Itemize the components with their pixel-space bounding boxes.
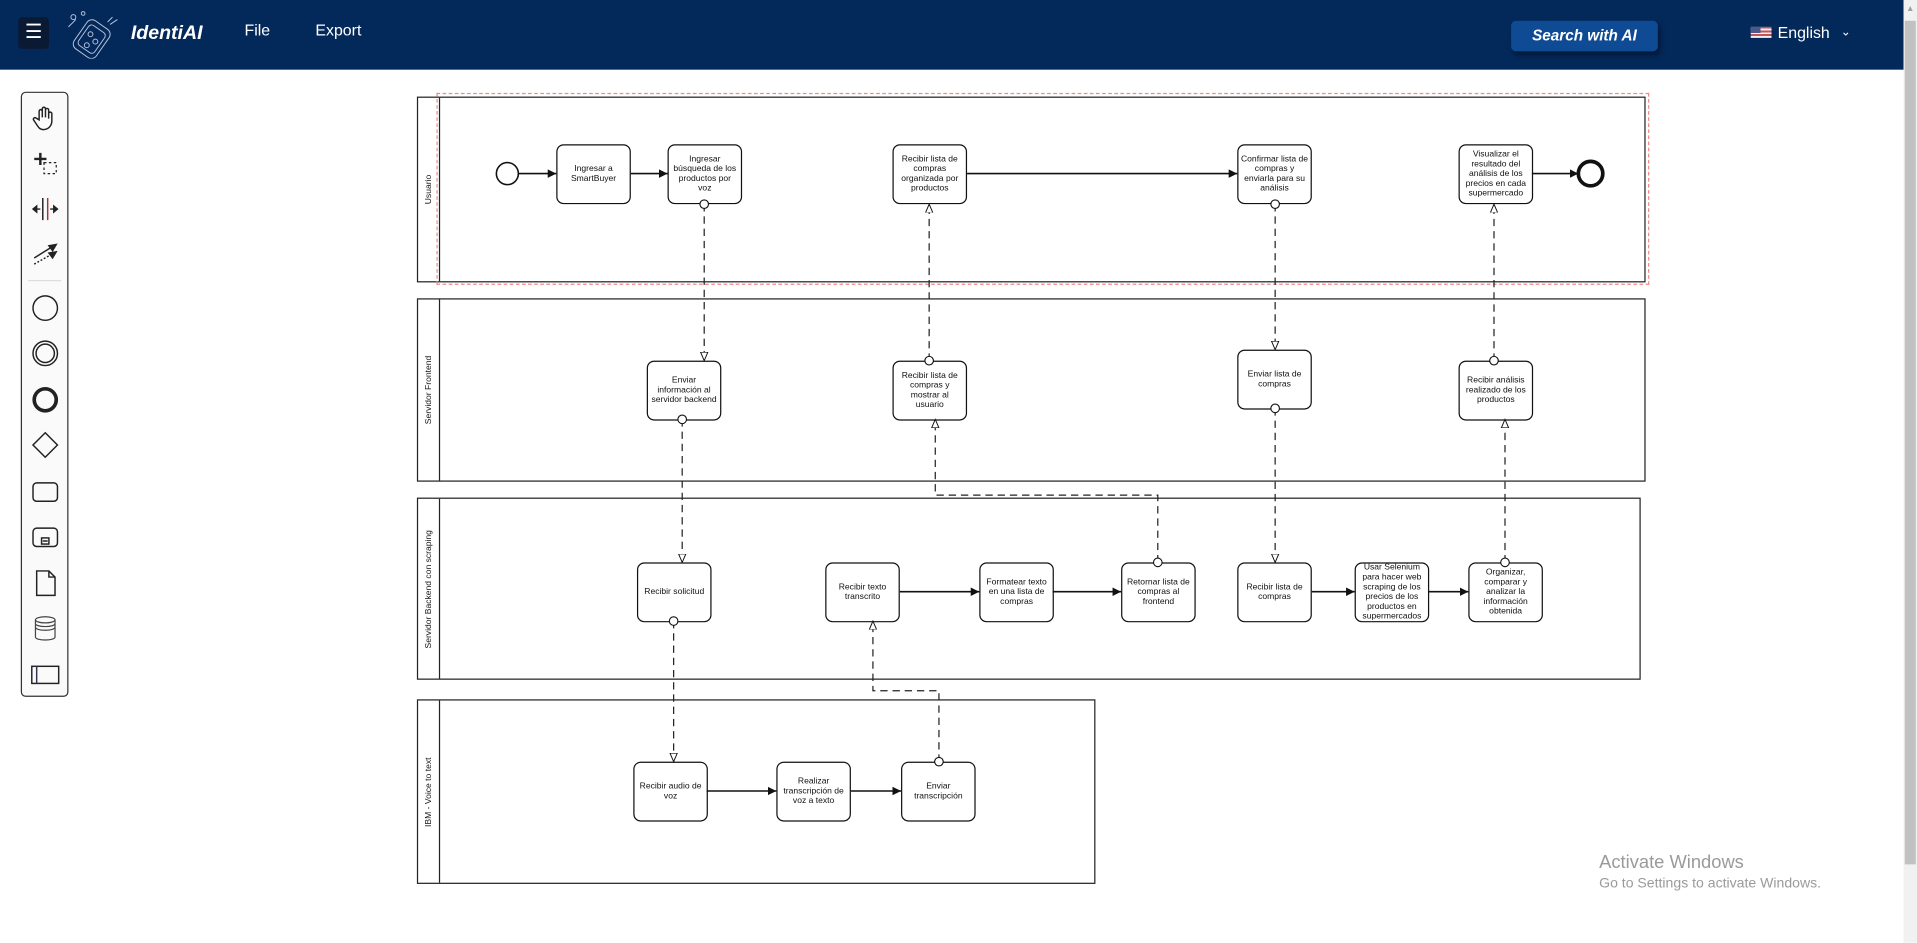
scroll-thumb[interactable] — [1904, 20, 1916, 865]
language-selector[interactable]: English ⌄ — [1750, 23, 1852, 42]
export-menu[interactable]: Export — [315, 21, 361, 39]
start-event-icon[interactable] — [29, 292, 61, 324]
search-with-ai-button[interactable]: Search with AI — [1511, 20, 1658, 52]
pool-label: Usuario — [418, 97, 441, 282]
task-recibir-mostrar[interactable]: Recibir lista de compras y mostrar al us… — [892, 360, 968, 421]
end-event-icon[interactable] — [29, 384, 61, 416]
task-recibir-lista-organizada[interactable]: Recibir lista de compras organizada por … — [892, 144, 968, 205]
data-object-icon[interactable] — [29, 567, 61, 599]
pool-label: Servidor Frontend — [418, 299, 441, 481]
task-enviar-transcripcion[interactable]: Enviar transcripción — [901, 761, 976, 822]
task-recibir-solicitud[interactable]: Recibir solicitud — [636, 562, 712, 623]
task-organizar[interactable]: Organizar, comparar y analizar la inform… — [1468, 562, 1543, 623]
task-visualizar[interactable]: Visualizar el resultado del análisis de … — [1458, 144, 1534, 205]
task-recibir-audio[interactable]: Recibir audio de voz — [633, 761, 708, 822]
task-enviar-lista[interactable]: Enviar lista de compras — [1237, 349, 1312, 410]
page-scrollbar[interactable]: ▲ — [1903, 0, 1917, 943]
pool-label: Servidor Backend con scraping — [418, 498, 441, 679]
task-icon[interactable] — [29, 476, 61, 508]
pool-ibm-voice-to-text[interactable]: IBM - Voice to text — [416, 699, 1096, 884]
hand-tool-icon[interactable] — [29, 101, 61, 133]
pool-title: Servidor Backend con scraping — [424, 529, 433, 648]
task-ingresar[interactable]: Ingresar a SmartBuyer — [556, 144, 631, 205]
file-menu[interactable]: File — [245, 21, 271, 39]
identiai-logo-icon — [68, 11, 118, 59]
subprocess-icon[interactable] — [29, 521, 61, 553]
scroll-up-arrow-icon[interactable]: ▲ — [1906, 5, 1914, 14]
task-recibir-lista-backend[interactable]: Recibir lista de compras — [1237, 562, 1312, 623]
app-brand: IdentiAI — [130, 23, 203, 45]
lasso-tool-icon[interactable] — [29, 148, 61, 180]
pool-title: Usuario — [424, 174, 433, 205]
chevron-down-icon: ⌄ — [1840, 25, 1852, 40]
task-busqueda-voz[interactable]: Ingresar búsqueda de los productos por v… — [667, 144, 743, 205]
task-enviar-info[interactable]: Enviar información al servidor backend — [646, 360, 722, 421]
activate-windows-subtitle: Go to Settings to activate Windows. — [1599, 876, 1822, 892]
activate-windows-title: Activate Windows — [1599, 852, 1744, 873]
palette-divider — [28, 279, 62, 282]
top-navbar: ☰ IdentiAI File Export Search with AI En… — [0, 0, 1904, 70]
task-formatear[interactable]: Formatear texto en una lista de compras — [979, 562, 1054, 623]
data-store-icon[interactable] — [29, 613, 61, 645]
language-label: English — [1777, 23, 1830, 42]
us-flag-icon — [1750, 26, 1772, 38]
pool-icon[interactable] — [29, 659, 61, 691]
global-connect-icon[interactable] — [29, 238, 61, 270]
hamburger-menu-button[interactable]: ☰ — [18, 17, 49, 49]
task-retornar[interactable]: Retornar lista de compras al frontend — [1121, 562, 1196, 623]
task-recibir-analisis[interactable]: Recibir análisis realizado de los produc… — [1458, 360, 1534, 421]
space-tool-icon[interactable] — [29, 193, 61, 225]
gateway-icon[interactable] — [29, 429, 61, 461]
task-recibir-texto[interactable]: Recibir texto transcrito — [825, 562, 900, 623]
pool-title: IBM - Voice to text — [424, 756, 433, 827]
intermediate-event-icon[interactable] — [29, 337, 61, 369]
pool-label: IBM - Voice to text — [418, 700, 441, 883]
task-selenium[interactable]: Usar Selenium para hacer web scraping de… — [1354, 562, 1430, 623]
task-transcripcion[interactable]: Realizar transcripción de voz a texto — [776, 761, 851, 822]
pool-title: Servidor Frontend — [424, 355, 433, 425]
bpmn-palette — [20, 91, 69, 697]
task-confirmar-lista[interactable]: Confirmar lista de compras y enviarla pa… — [1237, 144, 1312, 205]
